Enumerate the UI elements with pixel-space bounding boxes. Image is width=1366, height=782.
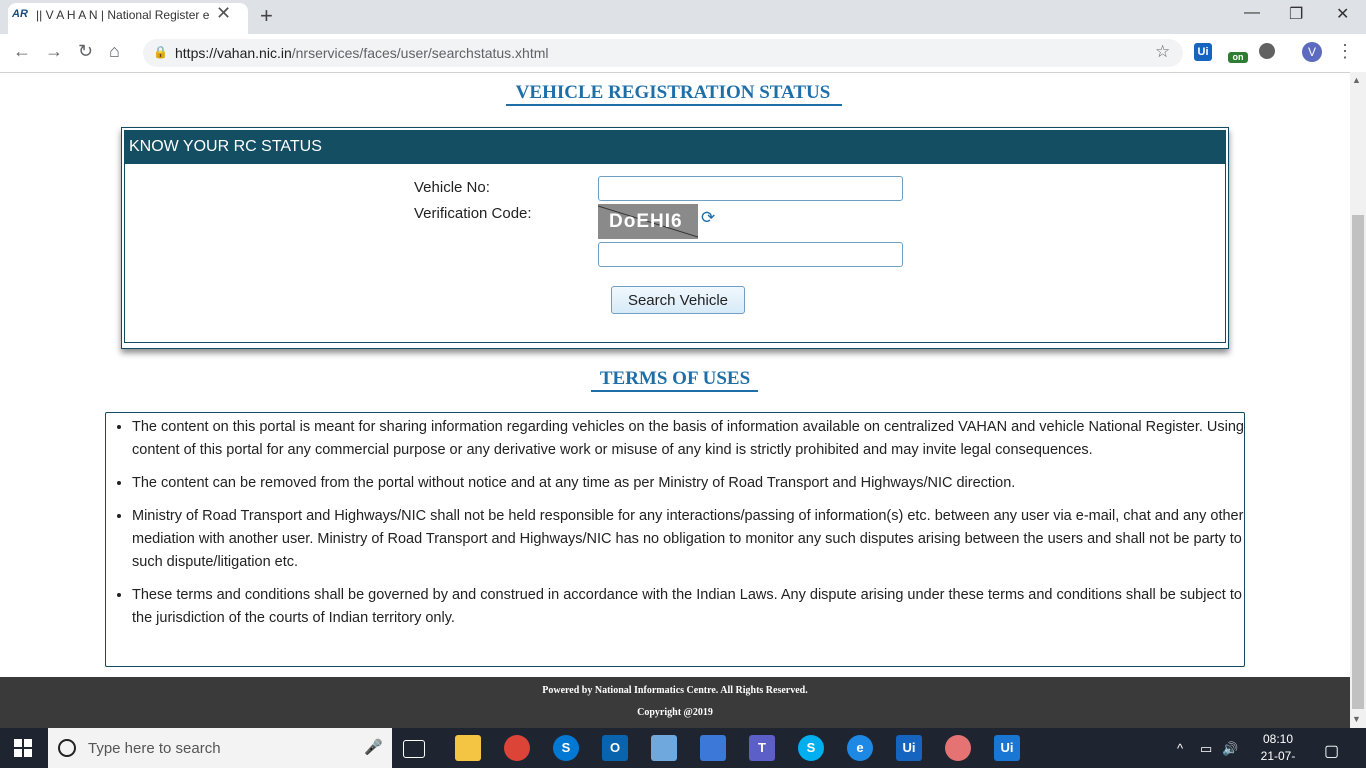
circle-extension-icon[interactable]: [1259, 43, 1275, 59]
terms-item: The content on this portal is meant for …: [132, 416, 1244, 462]
footer-copyright: Copyright @2019: [637, 707, 713, 718]
terms-item: These terms and conditions shall be gove…: [132, 584, 1244, 630]
search-vehicle-button[interactable]: Search Vehicle: [611, 286, 745, 314]
volume-icon[interactable]: 🔊: [1222, 741, 1238, 757]
clock-date: 21-07-2019: [1260, 749, 1296, 780]
battery-icon[interactable]: ▭: [1200, 741, 1212, 757]
terms-item: The content can be removed from the port…: [132, 472, 1244, 495]
tab-title[interactable]: || V A H A N | National Register e: [36, 8, 212, 22]
url-text[interactable]: https://vahan.nic.in/nrservices/faces/us…: [175, 45, 549, 61]
scroll-up-icon[interactable]: ▲: [1352, 75, 1361, 85]
vahan-favicon-icon: AR: [12, 8, 28, 20]
window-minimize-button[interactable]: —: [1244, 4, 1260, 22]
captcha-text: DoEHI6: [609, 211, 683, 232]
notepad-icon[interactable]: [651, 735, 677, 761]
uipath-icon[interactable]: Ui: [896, 735, 922, 761]
uipath-extension-icon[interactable]: Ui: [1194, 43, 1212, 61]
skype-business-icon[interactable]: S: [553, 735, 579, 761]
scroll-down-icon[interactable]: ▼: [1352, 714, 1361, 724]
scrollbar-thumb[interactable]: [1352, 215, 1364, 709]
home-icon[interactable]: ⌂: [109, 41, 120, 62]
skype-icon[interactable]: S: [798, 735, 824, 761]
url-path: /nrservices/faces/user/searchstatus.xhtm…: [291, 45, 549, 61]
taskbar-search-placeholder: Type here to search: [88, 740, 221, 757]
calculator-icon[interactable]: [700, 735, 726, 761]
footer-powered-by: Powered by National Informatics Centre. …: [542, 685, 808, 696]
chrome-icon[interactable]: [504, 735, 530, 761]
rc-panel-header-text: KNOW YOUR RC STATUS: [129, 138, 322, 155]
title-underline: [506, 104, 842, 106]
terms-title: TERMS OF USES: [599, 368, 751, 389]
vehicle-no-label: Vehicle No:: [414, 179, 490, 196]
outlook-icon[interactable]: O: [602, 735, 628, 761]
notification-icon[interactable]: ▢: [1324, 741, 1339, 761]
verification-code-input[interactable]: [598, 242, 903, 267]
taskbar-clock[interactable]: 08:10 21-07-2019: [1248, 731, 1308, 782]
tab-close-icon[interactable]: ✕: [216, 3, 231, 24]
terms-item: Ministry of Road Transport and Highways/…: [132, 505, 1244, 574]
verification-code-label: Verification Code:: [414, 205, 532, 222]
forward-arrow-icon[interactable]: →: [45, 41, 63, 62]
vehicle-no-input[interactable]: [598, 176, 903, 201]
uipath-studio-icon[interactable]: Ui: [994, 735, 1020, 761]
browser-menu-icon[interactable]: ⋮: [1336, 41, 1354, 62]
task-view-icon[interactable]: [403, 740, 425, 758]
profile-avatar[interactable]: V: [1302, 42, 1322, 62]
back-arrow-icon[interactable]: ←: [13, 41, 31, 62]
tray-chevron-icon[interactable]: ^: [1177, 741, 1183, 756]
reload-icon[interactable]: ↻: [78, 41, 93, 62]
lock-icon[interactable]: 🔒: [153, 45, 168, 59]
edge-icon[interactable]: e: [847, 735, 873, 761]
on-extension-icon[interactable]: on: [1228, 52, 1248, 63]
refresh-captcha-icon[interactable]: ⟳: [701, 208, 715, 228]
bookmark-star-icon[interactable]: ☆: [1155, 42, 1170, 62]
paint-icon[interactable]: [945, 735, 971, 761]
windows-start-icon[interactable]: [14, 739, 32, 757]
teams-icon[interactable]: T: [749, 735, 775, 761]
clock-time: 08:10: [1262, 732, 1294, 746]
page-title: VEHICLE REGISTRATION STATUS: [515, 82, 831, 103]
window-close-button[interactable]: ✕: [1336, 4, 1349, 24]
window-restore-button[interactable]: ❐: [1289, 4, 1303, 24]
url-host: https://vahan.nic.in: [175, 45, 292, 61]
file-explorer-icon[interactable]: [455, 735, 481, 761]
microphone-icon[interactable]: 🎤: [364, 738, 383, 756]
terms-title-underline: [591, 390, 758, 392]
terms-list: The content on this portal is meant for …: [114, 416, 1244, 640]
new-tab-button[interactable]: +: [260, 3, 273, 29]
cortana-icon: [58, 739, 76, 757]
